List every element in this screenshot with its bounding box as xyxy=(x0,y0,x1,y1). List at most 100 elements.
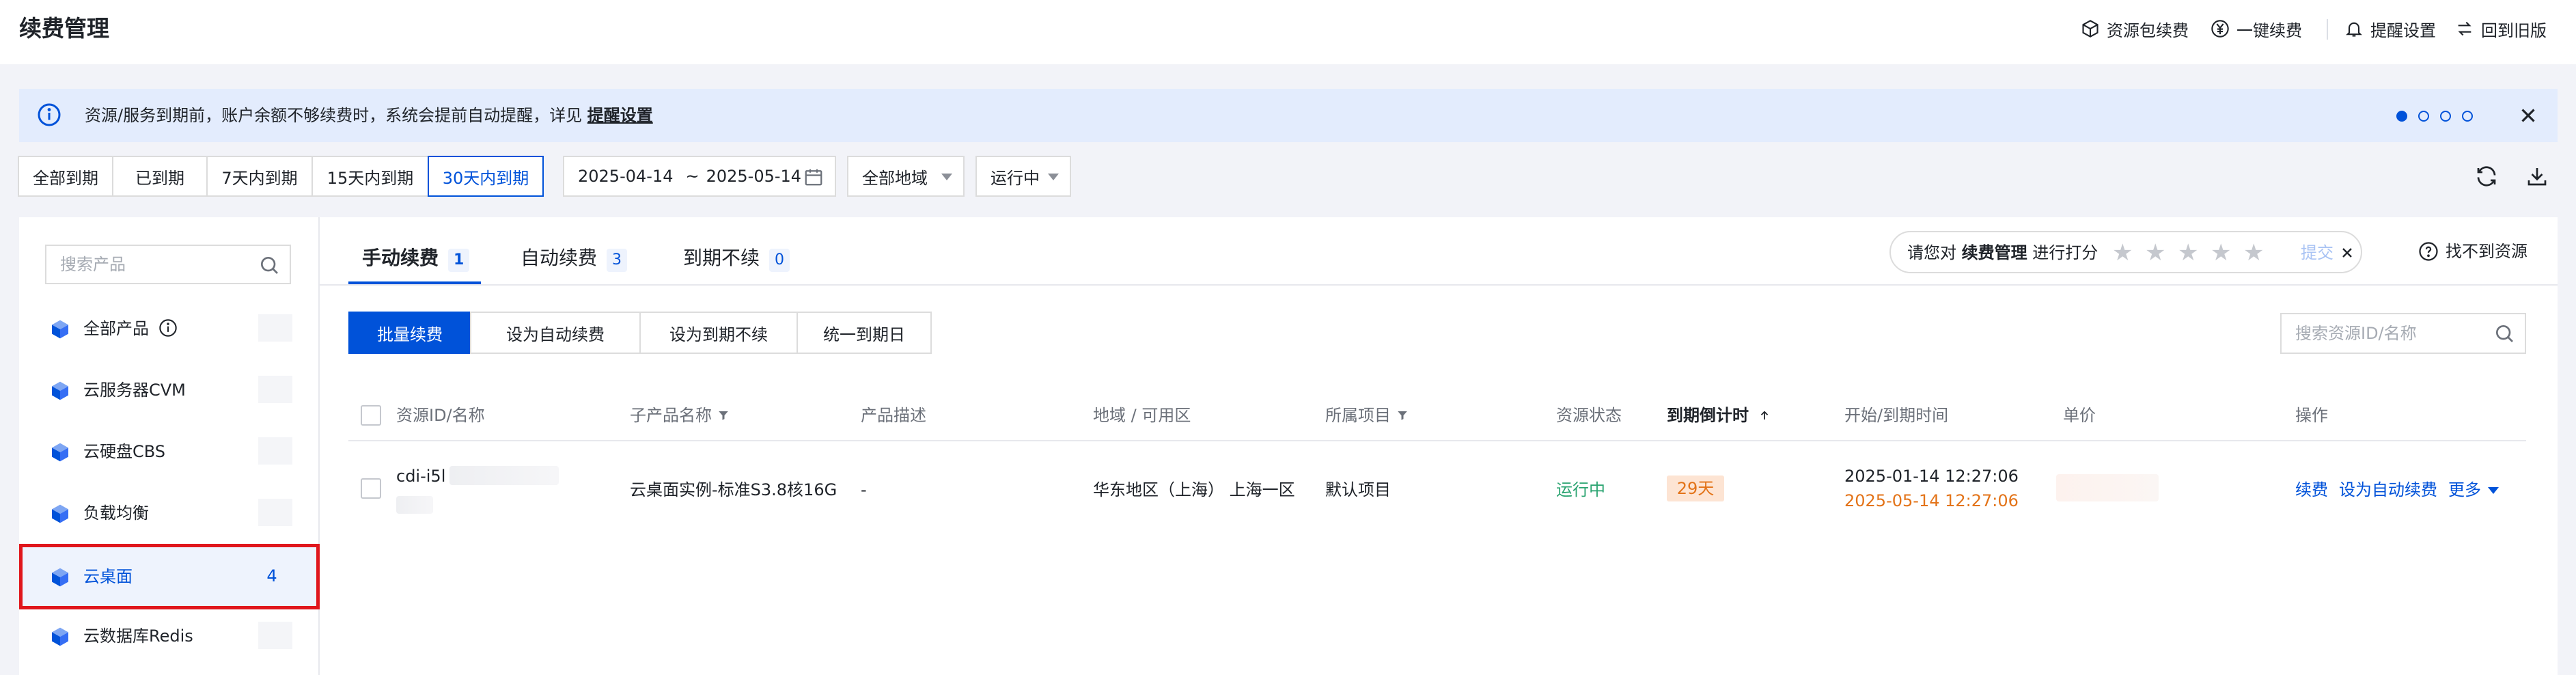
project-name: 默认项目 xyxy=(1325,480,1391,499)
back-to-old-version-label: 回到旧版 xyxy=(2481,20,2547,40)
row-checkbox[interactable] xyxy=(361,478,381,499)
sidebar-item-count: 4 xyxy=(266,566,277,586)
star-icon[interactable]: ★ xyxy=(2145,240,2165,265)
banner-reminder-link[interactable]: 提醒设置 xyxy=(587,106,653,125)
set-auto-renew-button[interactable]: 设为自动续费 xyxy=(470,312,641,354)
search-icon[interactable] xyxy=(258,254,280,276)
unify-expiry-date-button[interactable]: 统一到期日 xyxy=(797,312,932,354)
set-auto-renew-link[interactable]: 设为自动续费 xyxy=(2339,478,2437,501)
region: 华东地区（上海） xyxy=(1093,480,1224,499)
close-icon[interactable] xyxy=(2517,104,2540,127)
page-title: 续费管理 xyxy=(19,15,109,42)
refresh-icon[interactable] xyxy=(2474,164,2499,189)
banner-text: 资源/服务到期前，账户余额不够续费时，系统会提前自动提醒，详见 提醒设置 xyxy=(85,104,653,127)
start-time: 2025-01-14 12:27:06 xyxy=(1844,467,2019,486)
rating-submit-button[interactable]: 提交 xyxy=(2301,242,2333,264)
sidebar-item-redis[interactable]: 云数据库Redis xyxy=(19,605,320,667)
sidebar-item-count xyxy=(258,376,292,403)
column-resource-id: 资源ID/名称 xyxy=(396,406,485,425)
banner-page-dot-4[interactable] xyxy=(2462,111,2473,122)
filter-7-days[interactable]: 7天内到期 xyxy=(206,156,313,197)
column-project[interactable]: 所属项目 xyxy=(1325,404,1409,426)
tab-divider xyxy=(320,284,2558,286)
sidebar-item-label: 全部产品 xyxy=(83,317,178,340)
product-search-box xyxy=(45,245,291,284)
product-search-input[interactable] xyxy=(46,246,251,283)
chevron-down-icon xyxy=(941,174,952,180)
set-no-renew-button[interactable]: 设为到期不续 xyxy=(639,312,798,354)
filter-30-days[interactable]: 30天内到期 xyxy=(428,156,544,197)
sidebar-item-load-balancer[interactable]: 负载均衡 xyxy=(19,482,320,544)
rating-widget: 请您对 续费管理 进行打分 ★ ★ ★ ★ ★ 提交 xyxy=(1889,231,2362,273)
batch-renew-button[interactable]: 批量续费 xyxy=(348,312,471,354)
column-sub-product[interactable]: 子产品名称 xyxy=(630,404,730,426)
product-description: - xyxy=(861,480,867,499)
column-unit-price: 单价 xyxy=(2063,406,2096,425)
sidebar-item-cbs[interactable]: 云硬盘CBS xyxy=(19,421,320,482)
filter-all-expiry[interactable]: 全部到期 xyxy=(18,156,113,197)
sidebar-item-label: 云硬盘CBS xyxy=(83,442,166,461)
sidebar-item-cloud-desktop[interactable]: 云桌面 4 xyxy=(19,544,320,609)
filter-15-days[interactable]: 15天内到期 xyxy=(311,156,429,197)
filter-icon[interactable] xyxy=(717,409,730,422)
star-icon[interactable]: ★ xyxy=(2178,240,2198,265)
sidebar-item-all-products[interactable]: 全部产品 xyxy=(19,298,320,359)
info-icon xyxy=(38,103,61,126)
cannot-find-resource-link[interactable]: 找不到资源 xyxy=(2418,238,2527,265)
reminder-settings-button[interactable]: 提醒设置 xyxy=(2344,15,2436,42)
end-time: 2025-05-14 12:27:06 xyxy=(1844,491,2019,510)
chevron-down-icon xyxy=(1048,174,1059,180)
filter-expired[interactable]: 已到期 xyxy=(112,156,208,197)
close-icon[interactable] xyxy=(2339,245,2355,261)
help-label: 找不到资源 xyxy=(2446,242,2527,261)
sidebar-item-count xyxy=(258,622,292,649)
renew-link[interactable]: 续费 xyxy=(2295,478,2328,501)
star-icon[interactable]: ★ xyxy=(2211,240,2231,265)
date-start: 2025-04-14 xyxy=(578,167,674,186)
banner-page-dot-3[interactable] xyxy=(2440,111,2451,122)
sidebar-item-cvm[interactable]: 云服务器CVM xyxy=(19,359,320,421)
tab-label: 手动续费 xyxy=(362,247,439,269)
tab-label: 到期不续 xyxy=(683,247,760,269)
status-select[interactable]: 运行中 xyxy=(975,156,1071,197)
search-icon[interactable] xyxy=(2493,322,2515,344)
download-icon[interactable] xyxy=(2525,164,2549,189)
tab-count: 0 xyxy=(769,249,790,272)
sidebar-item-label: 云数据库Redis xyxy=(83,626,193,646)
region-zone: 华东地区（上海） 上海一区 xyxy=(1093,478,1295,501)
back-to-old-version-button[interactable]: 回到旧版 xyxy=(2455,15,2547,42)
tab-auto-renew[interactable]: 自动续费 3 xyxy=(521,240,628,279)
star-icon[interactable]: ★ xyxy=(2243,240,2264,265)
column-start-end-time: 开始/到期时间 xyxy=(1844,406,1949,425)
tab-no-renew[interactable]: 到期不续 0 xyxy=(683,240,790,279)
top-bar xyxy=(0,0,2576,64)
filter-icon[interactable] xyxy=(1396,409,1409,422)
sidebar-item-count xyxy=(258,437,292,465)
redacted-unit-price xyxy=(2056,474,2159,501)
sidebar-item-label: 负载均衡 xyxy=(83,504,149,523)
select-all-checkbox[interactable] xyxy=(361,405,381,426)
reminder-settings-label: 提醒设置 xyxy=(2370,20,2436,40)
column-actions: 操作 xyxy=(2295,406,2328,425)
redacted-resource-name xyxy=(396,496,433,514)
expiry-filter-group: 全部到期 已到期 7天内到期 15天内到期 30天内到期 xyxy=(18,156,544,197)
resource-id[interactable]: cdi-i5l xyxy=(396,465,445,488)
more-actions-dropdown[interactable]: 更多 xyxy=(2448,478,2499,501)
tab-manual-renew[interactable]: 手动续费 1 xyxy=(362,240,470,279)
sort-arrow-up-icon[interactable] xyxy=(1758,409,1771,422)
package-icon xyxy=(2082,20,2099,38)
redacted-resource-id xyxy=(449,466,559,485)
one-click-renew-button[interactable]: 一键续费 xyxy=(2211,15,2302,42)
info-icon[interactable] xyxy=(158,318,178,338)
package-renew-label: 资源包续费 xyxy=(2107,20,2189,40)
date-range-picker[interactable]: 2025-04-14 ~ 2025-05-14 xyxy=(563,156,836,197)
top-divider xyxy=(2327,19,2328,40)
region-select[interactable]: 全部地域 xyxy=(847,156,965,197)
column-countdown[interactable]: 到期倒计时 xyxy=(1667,404,1771,426)
column-region-zone: 地域 / 可用区 xyxy=(1093,406,1191,425)
resource-search-input[interactable] xyxy=(2282,314,2487,353)
star-icon[interactable]: ★ xyxy=(2112,240,2133,265)
banner-page-dot-2[interactable] xyxy=(2418,111,2429,122)
banner-page-dot-1[interactable] xyxy=(2396,111,2407,122)
package-renew-button[interactable]: 资源包续费 xyxy=(2081,15,2189,42)
